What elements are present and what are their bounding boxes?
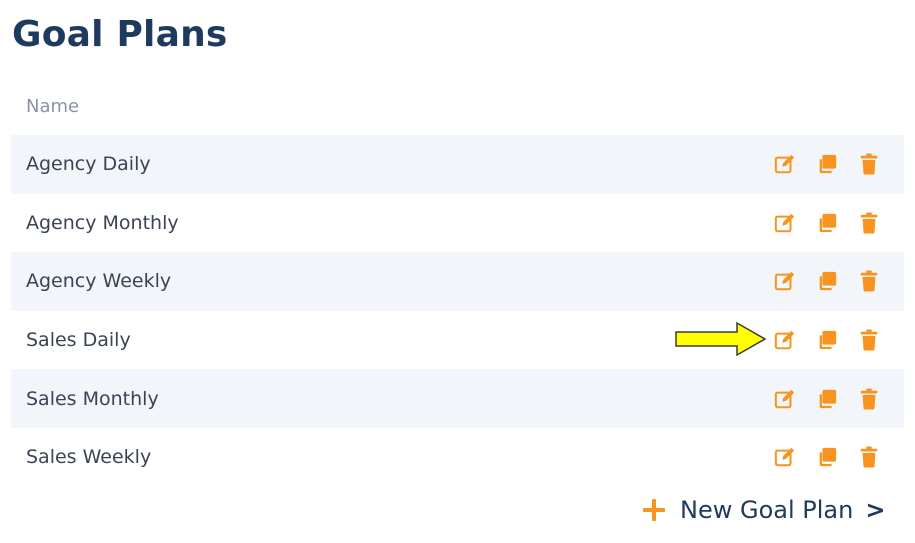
row-actions: [773, 194, 881, 253]
copy-icon[interactable]: [815, 445, 839, 469]
row-actions: [773, 135, 881, 194]
copy-icon[interactable]: [815, 269, 839, 293]
table-row: Sales Weekly: [11, 428, 904, 487]
copy-icon[interactable]: [815, 152, 839, 176]
table-row: Sales Monthly: [11, 369, 904, 428]
trash-icon[interactable]: [857, 211, 881, 235]
row-actions: [773, 369, 881, 428]
trash-icon[interactable]: [857, 269, 881, 293]
trash-icon[interactable]: [857, 152, 881, 176]
row-actions: [773, 311, 881, 370]
trash-icon[interactable]: [857, 445, 881, 469]
edit-icon[interactable]: [773, 269, 797, 293]
table-row: Agency Monthly: [11, 194, 904, 253]
row-name: Agency Monthly: [26, 211, 179, 234]
copy-icon[interactable]: [815, 387, 839, 411]
edit-icon[interactable]: [773, 387, 797, 411]
row-name: Agency Weekly: [26, 270, 172, 293]
goal-plans-table: Agency Daily Agency Monthly Agency Weekl…: [11, 135, 904, 487]
row-name: Sales Weekly: [26, 446, 152, 469]
highlight-arrow-icon: [675, 321, 767, 361]
page-title: Goal Plans: [12, 14, 228, 55]
row-actions: [773, 428, 881, 487]
table-row: Agency Weekly: [11, 252, 904, 311]
table-row: Sales Daily: [11, 311, 904, 370]
row-name: Sales Daily: [26, 329, 131, 352]
chevron-right-icon: >: [865, 496, 886, 524]
trash-icon[interactable]: [857, 387, 881, 411]
copy-icon[interactable]: [815, 328, 839, 352]
row-name: Sales Monthly: [26, 387, 159, 410]
table-row: Agency Daily: [11, 135, 904, 194]
column-header-name: Name: [26, 96, 80, 117]
new-goal-plan-button[interactable]: New Goal Plan >: [642, 496, 885, 524]
copy-icon[interactable]: [815, 211, 839, 235]
row-name: Agency Daily: [26, 153, 151, 176]
plus-icon: [642, 498, 666, 522]
row-actions: [773, 252, 881, 311]
edit-icon[interactable]: [773, 328, 797, 352]
trash-icon[interactable]: [857, 328, 881, 352]
edit-icon[interactable]: [773, 445, 797, 469]
edit-icon[interactable]: [773, 211, 797, 235]
edit-icon[interactable]: [773, 152, 797, 176]
new-goal-plan-label: New Goal Plan: [680, 496, 854, 524]
